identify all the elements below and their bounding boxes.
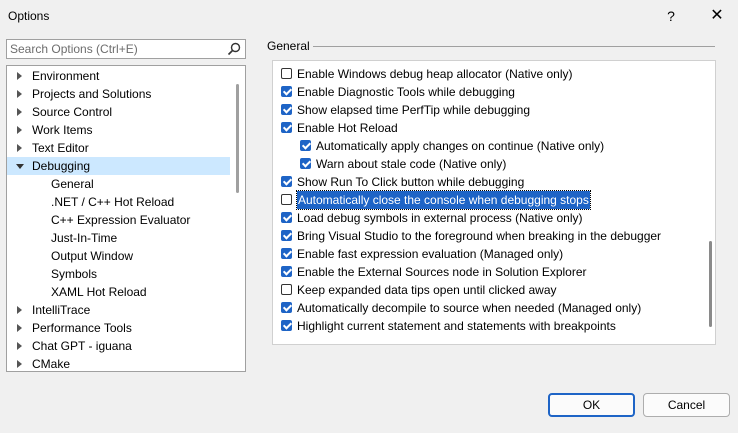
tree-item-label: Text Editor [32, 141, 89, 155]
option-checkbox[interactable] [281, 68, 292, 79]
tree-item[interactable]: General [7, 175, 230, 193]
help-button[interactable]: ? [648, 0, 694, 32]
tree-item-label: Performance Tools [32, 321, 132, 335]
tree-item[interactable]: Projects and Solutions [7, 85, 230, 103]
collapsed-arrow-icon[interactable] [17, 144, 22, 152]
search-icon[interactable] [226, 41, 242, 57]
tree-item[interactable]: .NET / C++ Hot Reload [7, 193, 230, 211]
option-checkbox[interactable] [281, 266, 292, 277]
option-label[interactable]: Automatically close the console when deb… [296, 190, 591, 210]
collapsed-arrow-icon[interactable] [17, 360, 22, 368]
title-bar: Options ? ✕ [0, 0, 738, 32]
option-label[interactable]: Automatically decompile to source when n… [297, 299, 641, 317]
page-title: General [267, 39, 310, 53]
tree-item[interactable]: Symbols [7, 265, 230, 283]
tree-item-label: Symbols [51, 267, 98, 281]
tree-item-label: Work Items [32, 123, 93, 137]
close-button[interactable]: ✕ [694, 0, 738, 32]
tree-item[interactable]: Output Window [7, 247, 230, 265]
option-checkbox[interactable] [281, 284, 292, 295]
option-checkbox[interactable] [300, 158, 311, 169]
tree-item-label: General [51, 177, 94, 191]
option-checkbox[interactable] [281, 194, 292, 205]
option-label[interactable]: Load debug symbols in external process (… [297, 209, 582, 227]
tree-item-label: Debugging [32, 159, 91, 173]
tree-item-label: Environment [32, 69, 100, 83]
tree-item[interactable]: Debugging [7, 157, 230, 175]
tree-item[interactable]: Work Items [7, 121, 230, 139]
expanded-arrow-icon[interactable] [16, 164, 24, 169]
options-vertical-scrollbar[interactable] [709, 241, 712, 327]
tree-item[interactable]: Text Editor [7, 139, 230, 157]
tree-item[interactable]: C++ Expression Evaluator [7, 211, 230, 229]
option-checkbox[interactable] [281, 104, 292, 115]
tree-item-label: CMake [32, 357, 71, 371]
window-title: Options [8, 9, 50, 23]
tree-item[interactable]: Environment [7, 67, 230, 85]
option-label[interactable]: Enable Diagnostic Tools while debugging [297, 83, 515, 101]
option-label[interactable]: Show elapsed time PerfTip while debuggin… [297, 101, 530, 119]
cancel-button[interactable]: Cancel [643, 393, 730, 417]
tree-item-label: Projects and Solutions [32, 87, 152, 101]
option-label[interactable]: Automatically apply changes on continue … [316, 137, 604, 155]
ok-button[interactable]: OK [548, 393, 635, 417]
option-label[interactable]: Enable the External Sources node in Solu… [297, 263, 587, 281]
option-checkbox[interactable] [281, 86, 292, 97]
option-label[interactable]: Warn about stale code (Native only) [316, 155, 506, 173]
tree-item[interactable]: IntelliTrace [7, 301, 230, 319]
tree-item[interactable]: Chat GPT - iguana [7, 337, 230, 355]
option-label[interactable]: Bring Visual Studio to the foreground wh… [297, 227, 661, 245]
collapsed-arrow-icon[interactable] [17, 72, 22, 80]
option-label[interactable]: Show Run To Click button while debugging [297, 173, 524, 191]
tree-item[interactable]: Source Control [7, 103, 230, 121]
option-checkbox[interactable] [281, 212, 292, 223]
option-checkbox[interactable] [300, 140, 311, 151]
tree-item-label: Chat GPT - iguana [32, 339, 132, 353]
option-label[interactable]: Enable Windows debug heap allocator (Nat… [297, 65, 573, 83]
option-checkbox[interactable] [281, 248, 292, 259]
tree-item-label: C++ Expression Evaluator [51, 213, 191, 227]
tree-item[interactable]: Performance Tools [7, 319, 230, 337]
tree-scrollbar[interactable] [236, 84, 239, 193]
tree-item-label: Just-In-Time [51, 231, 118, 245]
tree-item-label: IntelliTrace [32, 303, 91, 317]
collapsed-arrow-icon[interactable] [17, 342, 22, 350]
tree-item[interactable]: CMake [7, 355, 230, 371]
tree-item[interactable]: Just-In-Time [7, 229, 230, 247]
option-checkbox[interactable] [281, 320, 292, 331]
tree-item-label: Output Window [51, 249, 134, 263]
option-label[interactable]: Enable fast expression evaluation (Manag… [297, 245, 563, 263]
search-box[interactable] [6, 39, 246, 59]
search-input[interactable] [10, 41, 220, 57]
tree-item[interactable]: XAML Hot Reload [7, 283, 230, 301]
tree-item-label: Source Control [32, 105, 113, 119]
option-label[interactable]: Highlight current statement and statemen… [297, 317, 616, 335]
tree-item-label: XAML Hot Reload [51, 285, 147, 299]
collapsed-arrow-icon[interactable] [17, 324, 22, 332]
collapsed-arrow-icon[interactable] [17, 108, 22, 116]
option-checkbox[interactable] [281, 122, 292, 133]
option-checkbox[interactable] [281, 176, 292, 187]
options-tree[interactable]: Environment Projects and Solutions Source … [6, 65, 246, 372]
option-checkbox[interactable] [281, 230, 292, 241]
collapsed-arrow-icon[interactable] [17, 306, 22, 314]
option-checkbox[interactable] [281, 302, 292, 313]
options-list[interactable]: Enable Windows debug heap allocator (Nat… [272, 60, 716, 345]
tree-item-label: .NET / C++ Hot Reload [51, 195, 175, 209]
option-label[interactable]: Keep expanded data tips open until click… [297, 281, 557, 299]
collapsed-arrow-icon[interactable] [17, 126, 22, 134]
option-label[interactable]: Enable Hot Reload [297, 119, 398, 137]
collapsed-arrow-icon[interactable] [17, 90, 22, 98]
section-divider [313, 46, 715, 47]
